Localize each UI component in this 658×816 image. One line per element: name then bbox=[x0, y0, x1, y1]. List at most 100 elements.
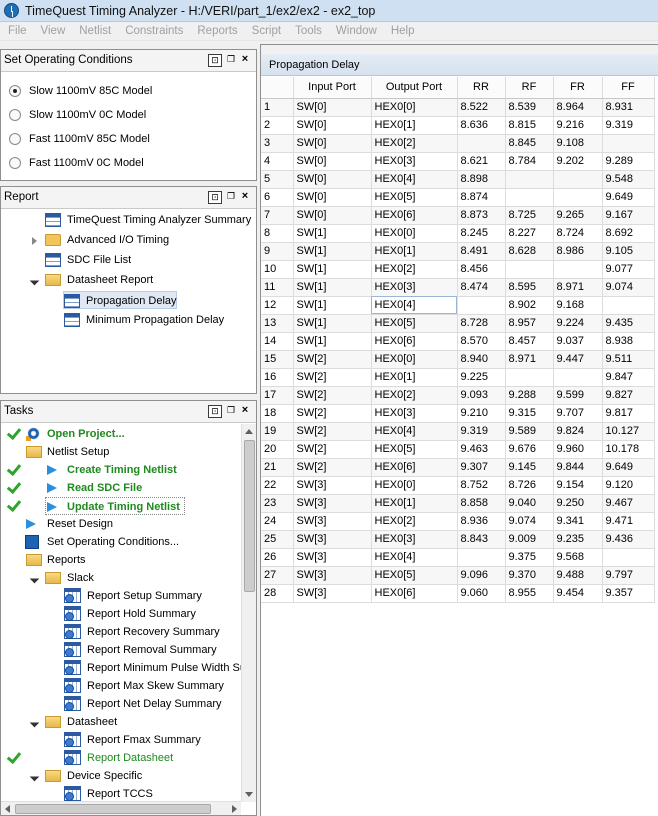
row-number[interactable]: 16 bbox=[261, 368, 294, 387]
ff-cell[interactable]: 9.847 bbox=[602, 368, 655, 387]
menu-window[interactable]: Window bbox=[336, 22, 377, 41]
rr-cell[interactable]: 8.522 bbox=[457, 98, 506, 117]
output-port-cell[interactable]: HEX0[4] bbox=[371, 422, 458, 441]
fr-cell[interactable]: 9.568 bbox=[553, 548, 603, 567]
output-port-cell[interactable]: HEX0[6] bbox=[371, 332, 458, 351]
fr-cell[interactable]: 9.599 bbox=[553, 386, 603, 405]
ff-cell[interactable]: 9.649 bbox=[602, 458, 655, 477]
rf-cell[interactable]: 9.676 bbox=[505, 440, 554, 459]
column-header-output-port[interactable]: Output Port bbox=[371, 77, 458, 99]
rf-cell[interactable] bbox=[505, 260, 554, 279]
row-number[interactable]: 26 bbox=[261, 548, 294, 567]
scroll-thumb[interactable] bbox=[15, 804, 211, 814]
output-port-cell[interactable]: HEX0[4] bbox=[371, 548, 458, 567]
output-port-cell[interactable]: HEX0[3] bbox=[371, 530, 458, 549]
scroll-thumb[interactable] bbox=[244, 440, 255, 592]
table-row[interactable]: 6 SW[0] HEX0[5] 8.874 9.649 bbox=[261, 188, 655, 207]
table-row[interactable]: 8 SW[1] HEX0[0] 8.245 8.227 8.724 8.692 bbox=[261, 224, 655, 243]
rf-cell[interactable]: 8.902 bbox=[505, 296, 554, 315]
rr-cell[interactable]: 8.456 bbox=[457, 260, 506, 279]
collapse-arrow-icon[interactable] bbox=[30, 574, 40, 584]
menu-netlist[interactable]: Netlist bbox=[79, 22, 111, 41]
close-icon[interactable]: × bbox=[238, 405, 252, 418]
menu-file[interactable]: File bbox=[8, 22, 27, 41]
fr-cell[interactable]: 9.235 bbox=[553, 530, 603, 549]
fr-cell[interactable] bbox=[553, 368, 603, 387]
table-row[interactable]: 16 SW[2] HEX0[1] 9.225 9.847 bbox=[261, 368, 655, 387]
rr-cell[interactable]: 9.210 bbox=[457, 404, 506, 423]
output-port-cell[interactable]: HEX0[5] bbox=[371, 188, 458, 207]
fr-cell[interactable]: 9.454 bbox=[553, 584, 603, 603]
row-number[interactable]: 4 bbox=[261, 152, 294, 171]
task-report-fmax-summary[interactable]: Report Fmax Summary bbox=[1, 731, 241, 749]
row-number[interactable]: 13 bbox=[261, 314, 294, 333]
ff-cell[interactable]: 9.105 bbox=[602, 242, 655, 261]
ff-cell[interactable]: 8.692 bbox=[602, 224, 655, 243]
radio-button-selected[interactable] bbox=[9, 85, 21, 97]
rr-cell[interactable]: 8.940 bbox=[457, 350, 506, 369]
input-port-cell[interactable]: SW[3] bbox=[293, 530, 372, 549]
input-port-cell[interactable]: SW[2] bbox=[293, 368, 372, 387]
radio-button[interactable] bbox=[9, 157, 21, 169]
table-row[interactable]: 11 SW[1] HEX0[3] 8.474 8.595 8.971 9.074 bbox=[261, 278, 655, 297]
rf-cell[interactable] bbox=[505, 170, 554, 189]
row-number[interactable]: 23 bbox=[261, 494, 294, 513]
column-header-rr[interactable]: RR bbox=[457, 77, 506, 99]
collapse-arrow-icon[interactable] bbox=[30, 276, 40, 286]
input-port-cell[interactable]: SW[2] bbox=[293, 404, 372, 423]
rr-cell[interactable] bbox=[457, 296, 506, 315]
input-port-cell[interactable]: SW[1] bbox=[293, 260, 372, 279]
table-row[interactable]: 23 SW[3] HEX0[1] 8.858 9.040 9.250 9.467 bbox=[261, 494, 655, 513]
ff-cell[interactable]: 9.074 bbox=[602, 278, 655, 297]
rr-cell[interactable]: 8.621 bbox=[457, 152, 506, 171]
input-port-cell[interactable]: SW[2] bbox=[293, 422, 372, 441]
rf-cell[interactable]: 8.955 bbox=[505, 584, 554, 603]
scroll-left-icon[interactable] bbox=[5, 805, 10, 813]
task-report-min-pulse-width[interactable]: Report Minimum Pulse Width Su bbox=[1, 659, 241, 677]
task-report-removal-summary[interactable]: Report Removal Summary bbox=[1, 641, 241, 659]
row-number[interactable]: 18 bbox=[261, 404, 294, 423]
task-report-max-skew-summary[interactable]: Report Max Skew Summary bbox=[1, 677, 241, 695]
fr-cell[interactable]: 9.824 bbox=[553, 422, 603, 441]
output-port-cell[interactable]: HEX0[1] bbox=[371, 116, 458, 135]
close-icon[interactable]: × bbox=[238, 54, 252, 67]
tasks-vertical-scrollbar[interactable] bbox=[241, 424, 256, 802]
menu-constraints[interactable]: Constraints bbox=[125, 22, 183, 41]
ff-cell[interactable] bbox=[602, 296, 655, 315]
rr-cell[interactable]: 9.096 bbox=[457, 566, 506, 585]
ff-cell[interactable]: 10.178 bbox=[602, 440, 655, 459]
rf-cell[interactable]: 8.815 bbox=[505, 116, 554, 135]
ff-cell[interactable]: 9.471 bbox=[602, 512, 655, 531]
fr-cell[interactable]: 9.844 bbox=[553, 458, 603, 477]
output-port-cell[interactable]: HEX0[1] bbox=[371, 242, 458, 261]
collapse-arrow-icon[interactable] bbox=[30, 718, 40, 728]
table-row[interactable]: 1 SW[0] HEX0[0] 8.522 8.539 8.964 8.931 bbox=[261, 98, 655, 117]
row-number[interactable]: 20 bbox=[261, 440, 294, 459]
table-row[interactable]: 7 SW[0] HEX0[6] 8.873 8.725 9.265 9.167 bbox=[261, 206, 655, 225]
output-port-cell[interactable]: HEX0[6] bbox=[371, 206, 458, 225]
task-slack[interactable]: Slack bbox=[1, 569, 241, 587]
table-row[interactable]: 17 SW[2] HEX0[2] 9.093 9.288 9.599 9.827 bbox=[261, 386, 655, 405]
report-tree-item[interactable]: Minimum Propagation Delay bbox=[1, 311, 256, 329]
input-port-cell[interactable]: SW[0] bbox=[293, 206, 372, 225]
output-port-cell[interactable]: HEX0[2] bbox=[371, 512, 458, 531]
tab-propagation-delay[interactable]: Propagation Delay bbox=[261, 54, 658, 76]
fr-cell[interactable]: 9.202 bbox=[553, 152, 603, 171]
table-row[interactable]: 25 SW[3] HEX0[3] 8.843 9.009 9.235 9.436 bbox=[261, 530, 655, 549]
row-number[interactable]: 11 bbox=[261, 278, 294, 297]
row-number[interactable]: 8 bbox=[261, 224, 294, 243]
rr-cell[interactable]: 8.858 bbox=[457, 494, 506, 513]
rf-cell[interactable]: 8.784 bbox=[505, 152, 554, 171]
rr-cell[interactable]: 8.936 bbox=[457, 512, 506, 531]
rr-cell[interactable]: 8.752 bbox=[457, 476, 506, 495]
scroll-up-icon[interactable] bbox=[245, 429, 253, 434]
input-port-cell[interactable]: SW[0] bbox=[293, 134, 372, 153]
table-row[interactable]: 18 SW[2] HEX0[3] 9.210 9.315 9.707 9.817 bbox=[261, 404, 655, 423]
output-port-cell[interactable]: HEX0[5] bbox=[371, 566, 458, 585]
fr-cell[interactable]: 9.960 bbox=[553, 440, 603, 459]
fr-cell[interactable]: 9.154 bbox=[553, 476, 603, 495]
ff-cell[interactable]: 9.511 bbox=[602, 350, 655, 369]
rf-cell[interactable]: 9.589 bbox=[505, 422, 554, 441]
input-port-cell[interactable]: SW[1] bbox=[293, 278, 372, 297]
ff-cell[interactable]: 9.120 bbox=[602, 476, 655, 495]
